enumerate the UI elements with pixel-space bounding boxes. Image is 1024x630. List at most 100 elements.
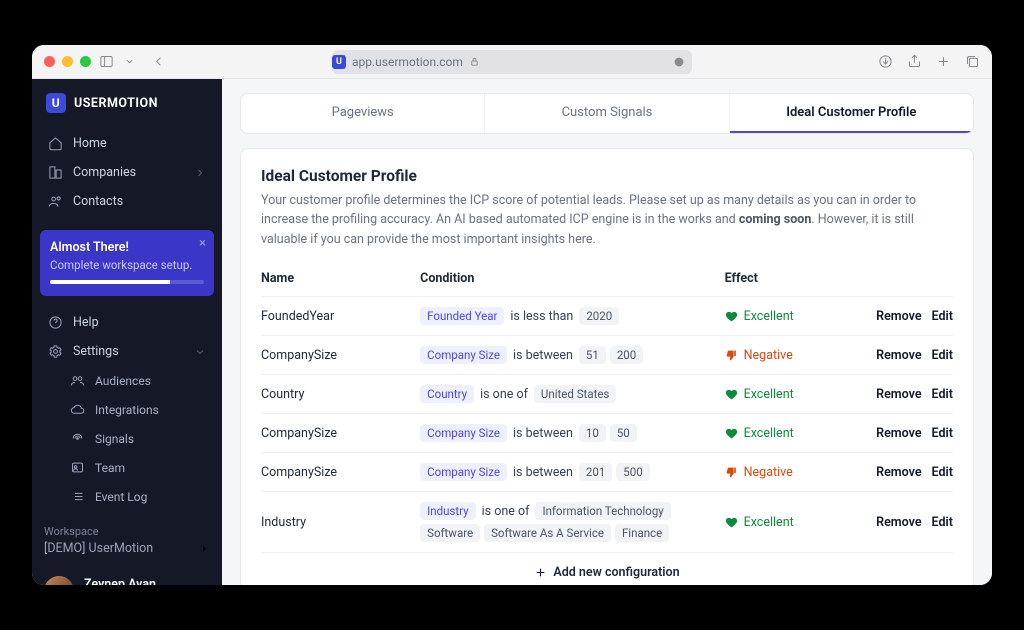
row-name: FoundedYear xyxy=(261,309,420,324)
edit-button[interactable]: Edit xyxy=(932,309,953,324)
table-body: FoundedYearFounded Yearis less than2020 E… xyxy=(261,296,953,552)
nav-home[interactable]: Home xyxy=(38,129,216,158)
sidebar-toggle-icon[interactable] xyxy=(99,54,114,69)
onboarding-card[interactable]: × Almost There! Complete workspace setup… xyxy=(40,230,214,296)
nav-team-label: Team xyxy=(95,461,125,475)
row-actions: Remove Edit xyxy=(849,309,953,324)
chevron-right-icon xyxy=(199,543,210,554)
tab-custom-signals[interactable]: Custom Signals xyxy=(485,94,729,133)
table-row: FoundedYearFounded Yearis less than2020 E… xyxy=(261,296,953,335)
condition-field-chip: Company Size xyxy=(420,424,507,442)
condition-value-chip: Information Technology xyxy=(535,502,670,520)
team-icon xyxy=(70,460,85,475)
favicon: U xyxy=(332,55,346,69)
browser-titlebar: U app.usermotion.com xyxy=(32,45,992,79)
nav-integrations[interactable]: Integrations xyxy=(38,395,216,424)
condition-value-chip: 50 xyxy=(610,424,637,442)
onboarding-title: Almost There! xyxy=(50,240,204,255)
companies-icon xyxy=(48,165,63,180)
remove-button[interactable]: Remove xyxy=(876,309,921,324)
condition-operator: is between xyxy=(513,348,573,363)
current-user[interactable]: Zeynep Avan zeynep@kovan.studio xyxy=(32,566,222,585)
condition-field-chip: Industry xyxy=(420,502,475,520)
address-bar[interactable]: U app.usermotion.com xyxy=(332,50,692,74)
col-effect-header: Effect xyxy=(725,271,850,286)
address-bar-url: app.usermotion.com xyxy=(352,55,463,69)
row-actions: Remove Edit xyxy=(849,348,953,363)
tab-pageviews[interactable]: Pageviews xyxy=(241,94,485,133)
secondary-nav: Help Settings Audiences Integrations xyxy=(32,304,222,515)
remove-button[interactable]: Remove xyxy=(876,426,921,441)
edit-button[interactable]: Edit xyxy=(932,465,953,480)
row-effect: Excellent xyxy=(725,387,850,402)
row-actions: Remove Edit xyxy=(849,465,953,480)
chevron-down-icon[interactable] xyxy=(124,56,135,67)
nav-help[interactable]: Help xyxy=(38,308,216,337)
edit-button[interactable]: Edit xyxy=(932,426,953,441)
table-row: CompanySizeCompany Sizeis between1050Exc… xyxy=(261,413,953,452)
row-effect-label: Negative xyxy=(744,348,793,363)
condition-value-chip: 201 xyxy=(579,463,612,481)
condition-value-chip: 10 xyxy=(579,424,606,442)
reader-icon[interactable] xyxy=(672,55,686,69)
nav-integrations-label: Integrations xyxy=(95,403,159,417)
table-row: CompanySizeCompany Sizeis between201500N… xyxy=(261,452,953,491)
chevron-down-icon xyxy=(194,346,206,358)
panel-heading: Ideal Customer Profile xyxy=(261,167,953,185)
downloads-icon[interactable] xyxy=(878,54,893,69)
brand-mark: U xyxy=(46,93,66,113)
tab-icp-label: Ideal Customer Profile xyxy=(786,105,916,120)
row-name: CompanySize xyxy=(261,465,420,480)
row-condition: Company Sizeis between51200 xyxy=(420,346,724,364)
row-effect: Excellent xyxy=(725,515,850,530)
contacts-icon xyxy=(48,194,63,209)
help-icon xyxy=(48,315,63,330)
edit-button[interactable]: Edit xyxy=(932,348,953,363)
app-shell: U USERMOTION Home Companies Contacts xyxy=(32,79,992,585)
onboarding-progress xyxy=(50,280,204,284)
nav-home-label: Home xyxy=(73,136,107,151)
nav-eventlog[interactable]: Event Log xyxy=(38,482,216,511)
brand-logo[interactable]: U USERMOTION xyxy=(32,79,222,125)
remove-button[interactable]: Remove xyxy=(876,387,921,402)
nav-team[interactable]: Team xyxy=(38,453,216,482)
tabs-overview-icon[interactable] xyxy=(965,54,980,69)
row-condition: Industryis one ofInformation TechnologyS… xyxy=(420,502,724,542)
nav-companies[interactable]: Companies xyxy=(38,158,216,187)
condition-value-chip: 2020 xyxy=(579,307,619,325)
audiences-icon xyxy=(70,373,85,388)
close-icon[interactable]: × xyxy=(199,236,206,251)
nav-contacts[interactable]: Contacts xyxy=(38,187,216,216)
edit-button[interactable]: Edit xyxy=(932,515,953,530)
browser-window: U app.usermotion.com U USERMOTION Home xyxy=(32,45,992,585)
nav-audiences[interactable]: Audiences xyxy=(38,366,216,395)
row-condition: Founded Yearis less than2020 xyxy=(420,307,724,325)
window-close-button[interactable] xyxy=(44,56,55,67)
add-configuration-button[interactable]: Add new configuration xyxy=(261,552,953,585)
remove-button[interactable]: Remove xyxy=(876,515,921,530)
condition-field-chip: Company Size xyxy=(420,463,507,481)
lock-icon xyxy=(469,56,480,67)
window-zoom-button[interactable] xyxy=(80,56,91,67)
share-icon[interactable] xyxy=(907,54,922,69)
table-row: CompanySizeCompany Sizeis between51200Ne… xyxy=(261,335,953,374)
condition-operator: is between xyxy=(513,426,573,441)
row-effect-label: Negative xyxy=(744,465,793,480)
nav-signals[interactable]: Signals xyxy=(38,424,216,453)
row-actions: Remove Edit xyxy=(849,515,953,530)
tab-icp[interactable]: Ideal Customer Profile xyxy=(730,94,973,133)
nav-help-label: Help xyxy=(73,315,99,330)
workspace-switcher[interactable]: [DEMO] UserMotion xyxy=(44,541,210,556)
edit-button[interactable]: Edit xyxy=(932,387,953,402)
remove-button[interactable]: Remove xyxy=(876,465,921,480)
col-name-header: Name xyxy=(261,271,420,286)
table-header: Name Condition Effect xyxy=(261,265,953,296)
nav-settings[interactable]: Settings xyxy=(38,337,216,366)
window-minimize-button[interactable] xyxy=(62,56,73,67)
signals-icon xyxy=(70,431,85,446)
back-icon[interactable] xyxy=(151,54,166,69)
nav-companies-label: Companies xyxy=(73,165,136,180)
condition-value-chip: Software As A Service xyxy=(484,524,611,542)
new-tab-icon[interactable] xyxy=(936,54,951,69)
remove-button[interactable]: Remove xyxy=(876,348,921,363)
